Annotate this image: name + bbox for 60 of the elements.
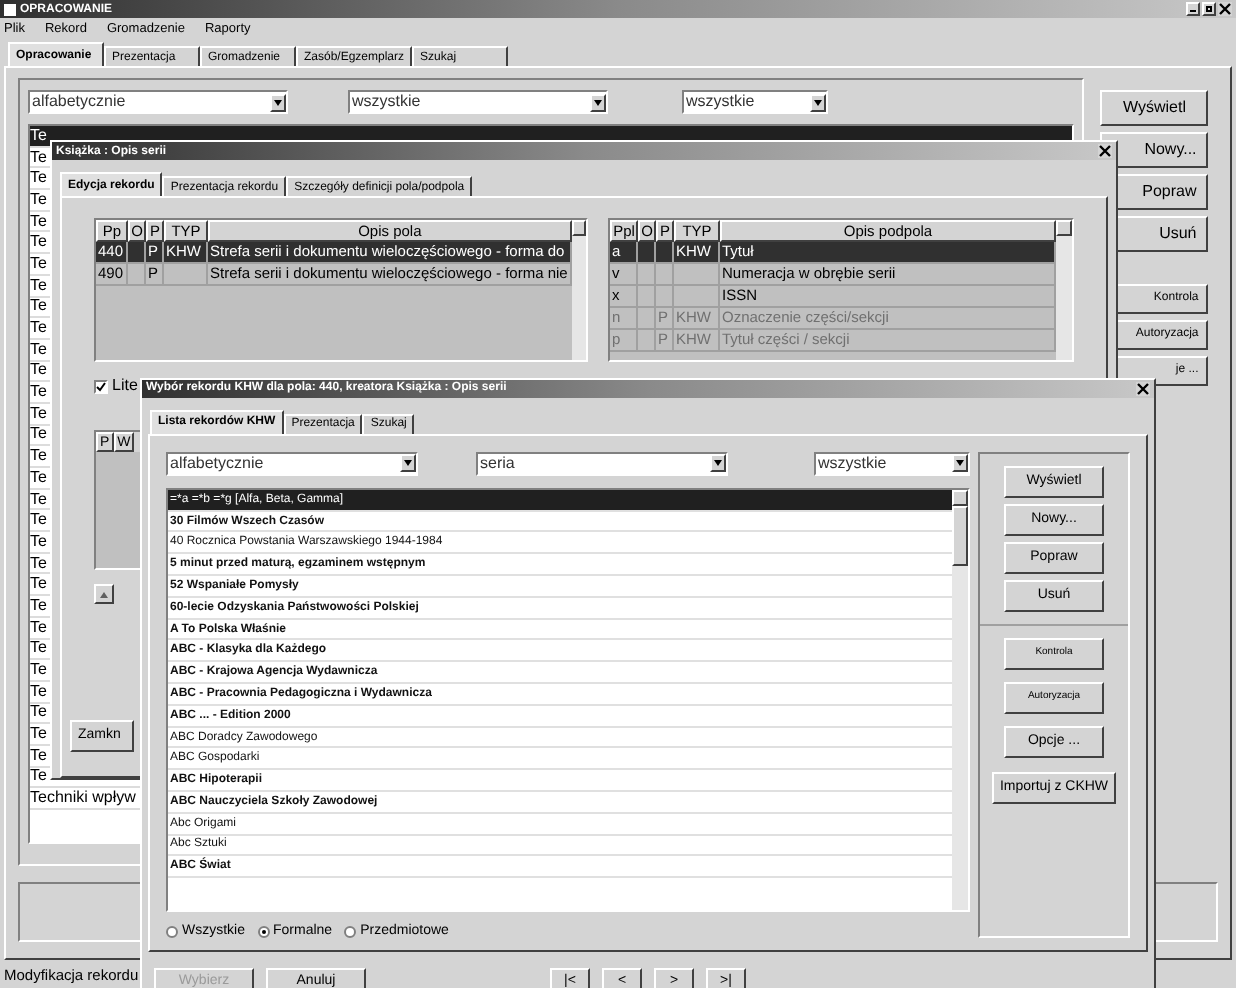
dropdown-arrow-icon[interactable] [810, 93, 826, 111]
close-icon[interactable] [1136, 381, 1150, 396]
close-icon[interactable] [1218, 2, 1232, 16]
list-item[interactable]: Te [30, 619, 47, 636]
list-item[interactable]: Te [30, 448, 47, 465]
list-item[interactable]: Te [30, 362, 47, 379]
list-item[interactable]: Techniki wpływ [30, 790, 136, 807]
dropdown-arrow-icon[interactable] [270, 93, 286, 111]
list-item[interactable]: Te [30, 747, 47, 764]
close-icon[interactable] [1098, 144, 1112, 158]
app-icon [4, 3, 16, 15]
list-item[interactable]: Te [30, 127, 47, 144]
scroll-bar[interactable] [952, 489, 968, 910]
list-item[interactable]: Te [30, 469, 47, 486]
minimize-icon[interactable] [1186, 2, 1200, 16]
list-item[interactable]: Te [30, 255, 47, 272]
dropdown-arrow-icon[interactable] [590, 93, 606, 111]
list-item[interactable]: Te [30, 576, 47, 593]
list-item[interactable]: Te [30, 320, 47, 337]
list-item[interactable]: Te [30, 597, 47, 614]
list-item[interactable]: Te [30, 683, 47, 700]
checkbox-label: Lite [112, 374, 138, 398]
list-item[interactable]: Te [30, 491, 47, 508]
list-item[interactable]: Te [30, 341, 47, 358]
checkbox[interactable] [94, 379, 108, 393]
restore-icon[interactable] [1202, 2, 1216, 16]
combo-box[interactable]: seria [476, 451, 728, 476]
list-item[interactable]: Te [30, 277, 47, 294]
list-item[interactable]: Te [30, 704, 47, 721]
list-item[interactable]: Te [30, 170, 47, 187]
list-item[interactable]: Te [30, 384, 47, 401]
scroll-bar[interactable] [1056, 220, 1072, 360]
list-item[interactable]: Te [30, 234, 47, 251]
scroll-up-icon[interactable] [94, 584, 114, 604]
list-item[interactable]: Te [30, 662, 47, 679]
list-item[interactable]: Te [30, 640, 47, 657]
list-item[interactable]: Te [30, 555, 47, 572]
list-item[interactable]: Te [30, 512, 47, 529]
dropdown-arrow-icon[interactable] [400, 454, 416, 473]
list-item[interactable]: Te [30, 298, 47, 315]
dropdown-arrow-icon[interactable] [952, 454, 968, 473]
radio-button[interactable] [166, 926, 178, 939]
list-item[interactable]: Te [30, 768, 47, 785]
list-item[interactable]: Te [30, 405, 47, 422]
list-item[interactable]: Te [30, 533, 47, 550]
list-item[interactable]: Te [30, 426, 47, 443]
combo-box[interactable]: wszystkie [814, 451, 970, 476]
combo-box[interactable]: wszystkie [348, 90, 608, 114]
radio-button[interactable] [257, 926, 269, 939]
list-item[interactable]: Te [30, 213, 47, 230]
scroll-bar[interactable] [571, 220, 586, 360]
list-item[interactable]: Te [30, 726, 47, 743]
combo-box[interactable]: wszystkie [682, 90, 828, 114]
list-item[interactable]: Te [30, 149, 47, 166]
combo-box[interactable]: alfabetycznie [166, 451, 418, 476]
list-item[interactable]: Te [30, 191, 47, 208]
radio-button[interactable] [344, 926, 357, 939]
combo-box[interactable]: alfabetycznie [28, 90, 288, 114]
button[interactable]: Wyświetl [1100, 90, 1209, 126]
dropdown-arrow-icon[interactable] [710, 454, 726, 473]
